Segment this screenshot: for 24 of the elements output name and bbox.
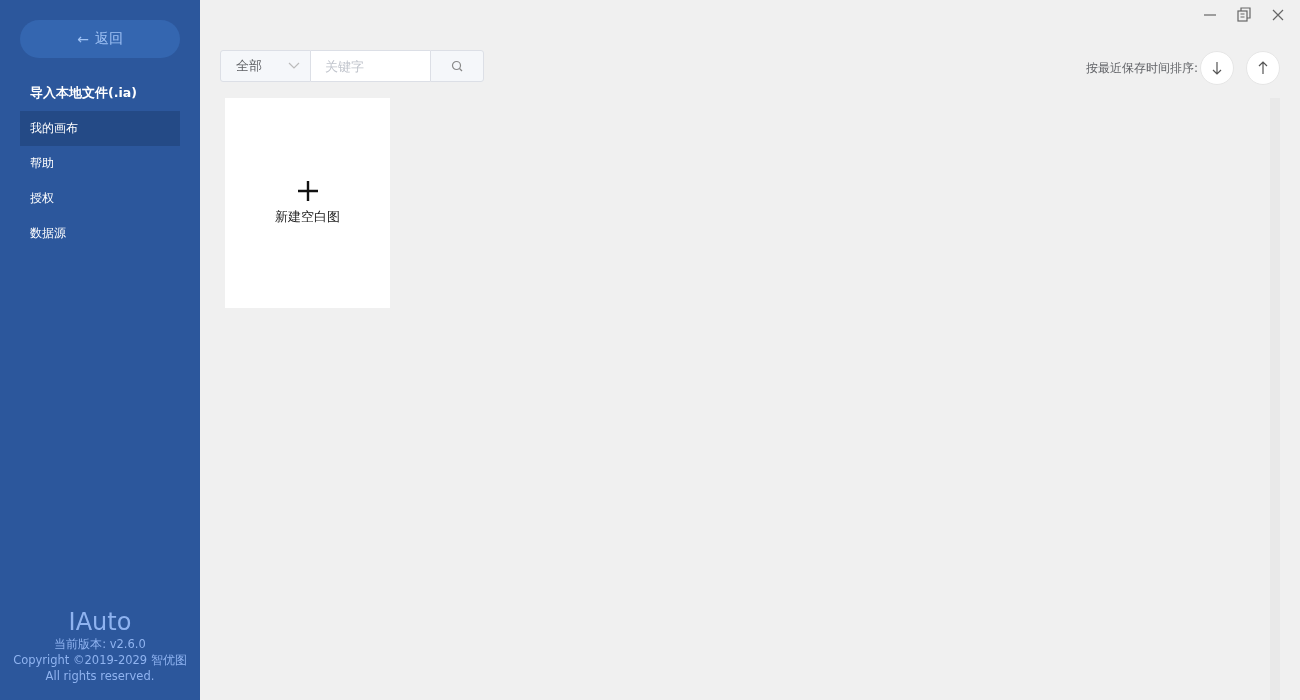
search-button[interactable] bbox=[430, 50, 484, 82]
rights-text: All rights reserved. bbox=[45, 668, 155, 684]
sidebar-item[interactable]: 我的画布 bbox=[20, 111, 180, 146]
new-blank-card[interactable]: 新建空白图 bbox=[225, 98, 390, 308]
sidebar-item[interactable]: 帮助 bbox=[20, 146, 180, 181]
copyright-text: Copyright ©2019-2029 智优图 bbox=[13, 652, 187, 668]
sidebar-item[interactable]: 数据源 bbox=[20, 216, 180, 251]
search-field[interactable]: 关键字 bbox=[311, 50, 430, 82]
restore-icon[interactable] bbox=[1234, 5, 1254, 25]
sidebar-item[interactable]: 授权 bbox=[20, 181, 180, 216]
sort-label: 按最近保存时间排序: bbox=[1085, 59, 1198, 77]
sort-ascending-button[interactable] bbox=[1246, 51, 1280, 85]
arrow-up-icon bbox=[1258, 61, 1268, 75]
plus-icon bbox=[296, 180, 319, 202]
app-name: IAuto bbox=[68, 608, 132, 636]
search-icon bbox=[451, 60, 463, 72]
chevron-down-icon bbox=[288, 62, 300, 70]
arrow-down-icon bbox=[1212, 61, 1222, 75]
sort-descending-button[interactable] bbox=[1200, 51, 1234, 85]
version-text: 当前版本: v2.6.0 bbox=[54, 636, 146, 652]
sidebar-item[interactable]: 导入本地文件(.ia) bbox=[20, 76, 180, 111]
category-dropdown[interactable]: 全部 bbox=[220, 50, 311, 82]
back-label: 返回 bbox=[94, 30, 123, 48]
back-arrow-icon: ← bbox=[77, 31, 89, 47]
